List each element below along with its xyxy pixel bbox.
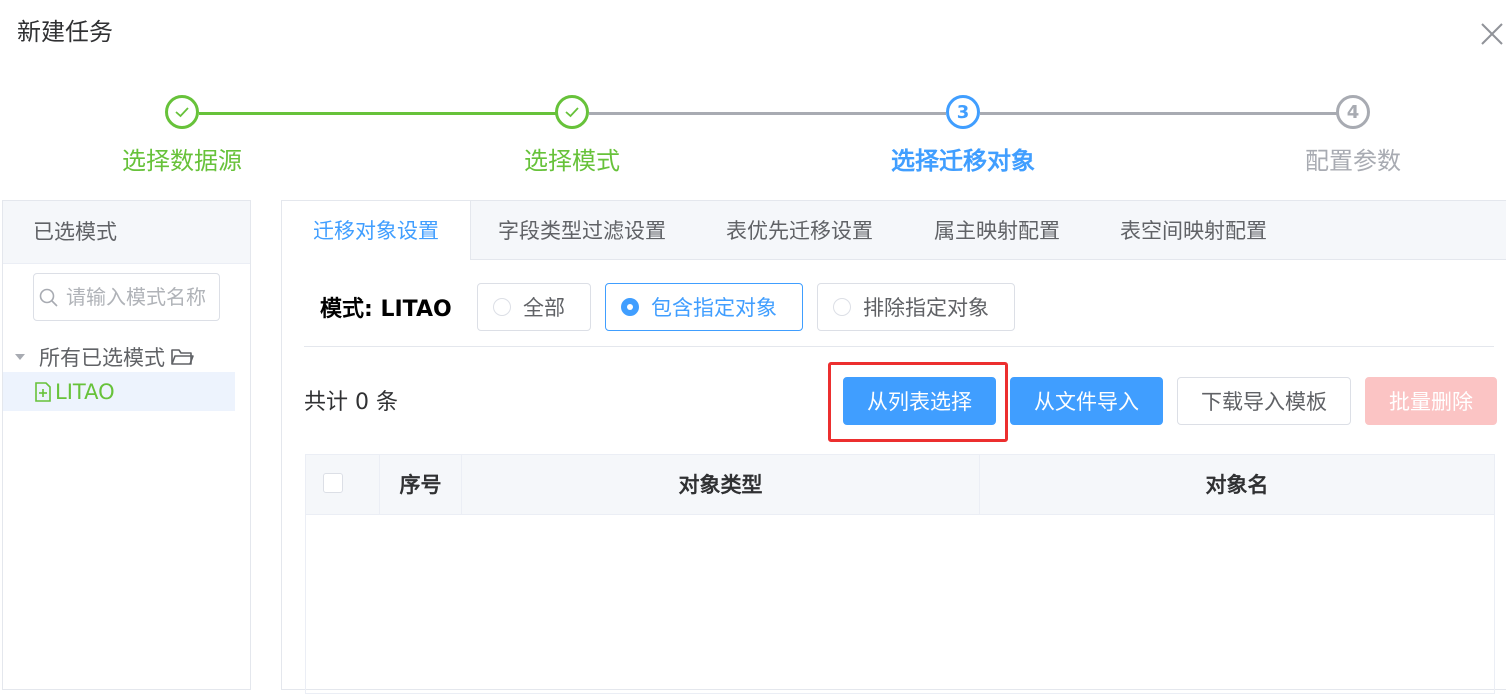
radio-icon (833, 298, 851, 316)
file-add-icon (35, 381, 51, 402)
selected-schema-panel: 已选模式 所有已选模式 LITAO (2, 200, 251, 690)
caret-down-icon[interactable] (13, 350, 27, 364)
import-from-file-button[interactable]: 从文件导入 (1010, 377, 1163, 425)
dialog-title: 新建任务 (17, 18, 113, 46)
column-header-index[interactable]: 序号 (380, 455, 462, 514)
tab-owner-mapping[interactable]: 属主映射配置 (934, 201, 1060, 259)
total-count: 共计 0 条 (304, 390, 398, 415)
objects-table: 序号 对象类型 对象名 (305, 454, 1495, 694)
radio-all[interactable]: 全部 (477, 283, 591, 331)
radio-checked-icon (621, 298, 639, 316)
tab-migration-object-settings[interactable]: 迁移对象设置 (281, 201, 471, 260)
radio-exclude-specified[interactable]: 排除指定对象 (817, 283, 1015, 331)
select-from-list-button[interactable]: 从列表选择 (843, 377, 996, 425)
table-body (306, 514, 1494, 694)
search-icon (39, 288, 58, 307)
step-3-title: 选择迁移对象 (891, 147, 1035, 175)
radio-label: 排除指定对象 (863, 296, 989, 320)
check-icon (565, 107, 579, 118)
step-2-title: 选择模式 (524, 147, 620, 175)
schema-search[interactable] (33, 273, 220, 321)
tree-node-label: 所有已选模式 (39, 346, 165, 370)
tab-table-priority[interactable]: 表优先迁移设置 (726, 201, 873, 259)
step-1-title: 选择数据源 (122, 147, 242, 175)
folder-icon (171, 349, 194, 365)
tab-field-type-filter[interactable]: 字段类型过滤设置 (498, 201, 666, 259)
step-3-number: 3 (946, 95, 980, 129)
radio-label: 全部 (523, 296, 565, 320)
panel-header: 已选模式 (3, 201, 250, 264)
step-line-1 (199, 112, 556, 115)
divider (304, 346, 1494, 347)
tabs-bar: 迁移对象设置 字段类型过滤设置 表优先迁移设置 属主映射配置 表空间映射配置 (281, 201, 1506, 260)
table-header: 序号 对象类型 对象名 (306, 455, 1494, 515)
check-icon (175, 107, 189, 118)
tree-node-all-schemas[interactable]: 所有已选模式 (13, 341, 194, 373)
tab-tablespace-mapping[interactable]: 表空间映射配置 (1120, 201, 1267, 259)
step-1-icon (165, 95, 199, 129)
tree-node-label: LITAO (55, 379, 115, 404)
batch-delete-button[interactable]: 批量删除 (1365, 377, 1497, 425)
select-all-checkbox[interactable] (323, 473, 343, 493)
schema-search-input[interactable] (66, 283, 216, 311)
column-header-object-type[interactable]: 对象类型 (462, 455, 980, 514)
radio-include-specified[interactable]: 包含指定对象 (605, 283, 803, 331)
download-template-button[interactable]: 下载导入模板 (1177, 377, 1351, 425)
close-icon[interactable] (1478, 20, 1506, 48)
step-line-3 (980, 112, 1337, 115)
radio-label: 包含指定对象 (651, 296, 777, 320)
schema-mode-label: 模式: LITAO (320, 297, 452, 322)
radio-icon (493, 298, 511, 316)
step-4-title: 配置参数 (1305, 147, 1401, 175)
select-all-column (306, 455, 380, 514)
step-line-2 (589, 112, 946, 115)
step-4-number: 4 (1336, 95, 1370, 129)
migration-object-panel: 迁移对象设置 字段类型过滤设置 表优先迁移设置 属主映射配置 表空间映射配置 模… (281, 200, 1506, 694)
step-2-icon (555, 95, 589, 129)
tree-node-litao[interactable]: LITAO (3, 372, 235, 411)
column-header-object-name[interactable]: 对象名 (980, 455, 1494, 514)
